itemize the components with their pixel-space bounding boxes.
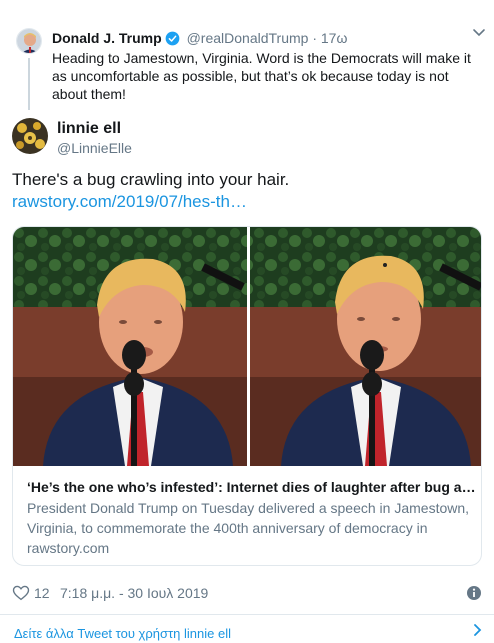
more-tweets-row[interactable]: Δείτε άλλα Tweet του χρήστη linnie ell (0, 615, 494, 643)
verified-badge-icon (165, 31, 180, 50)
reply-separator: · (312, 30, 317, 46)
reply-tweet[interactable]: Donald J. Trump @realDonaldTrump · 17ω H… (0, 0, 494, 112)
tweet-body: There's a bug crawling into your hair. (12, 170, 290, 189)
reply-text: Heading to Jamestown, Virginia. Word is … (52, 50, 471, 102)
tweet-link[interactable]: rawstory.com/2019/07/hes-th… (12, 192, 247, 211)
author-handle[interactable]: @LinnieElle (57, 140, 132, 156)
tweet-text: There's a bug crawling into your hair. r… (12, 169, 482, 213)
reply-header: Donald J. Trump @realDonaldTrump · 17ω (52, 30, 347, 50)
author-name[interactable]: linnie ell (57, 120, 121, 138)
heart-icon[interactable] (12, 584, 30, 606)
thread-line (28, 58, 30, 110)
info-icon[interactable] (466, 585, 482, 605)
card-image-left (13, 227, 247, 466)
card-image[interactable] (13, 227, 481, 466)
card-image-right (250, 227, 481, 466)
tweet-timestamp[interactable]: 7:18 μ.μ. - 30 Ιουλ 2019 (60, 584, 208, 602)
chevron-right-icon[interactable] (470, 623, 484, 642)
card-description: President Donald Trump on Tuesday delive… (27, 500, 470, 536)
reply-time[interactable]: 17ω (321, 30, 348, 46)
reply-avatar[interactable] (16, 28, 42, 54)
reply-author-name[interactable]: Donald J. Trump (52, 30, 162, 46)
reply-author-handle[interactable]: @realDonaldTrump (187, 30, 309, 46)
like-count[interactable]: 12 (34, 584, 50, 602)
card-domain: rawstory.com (27, 540, 110, 556)
card-title[interactable]: ‘He’s the one who’s infested’: Internet … (27, 477, 475, 497)
chevron-down-icon[interactable] (472, 26, 486, 45)
link-card[interactable]: ‘He’s the one who’s infested’: Internet … (12, 226, 482, 566)
more-tweets-link[interactable]: Δείτε άλλα Tweet του χρήστη linnie ell (14, 626, 231, 641)
author-avatar[interactable] (12, 118, 48, 154)
